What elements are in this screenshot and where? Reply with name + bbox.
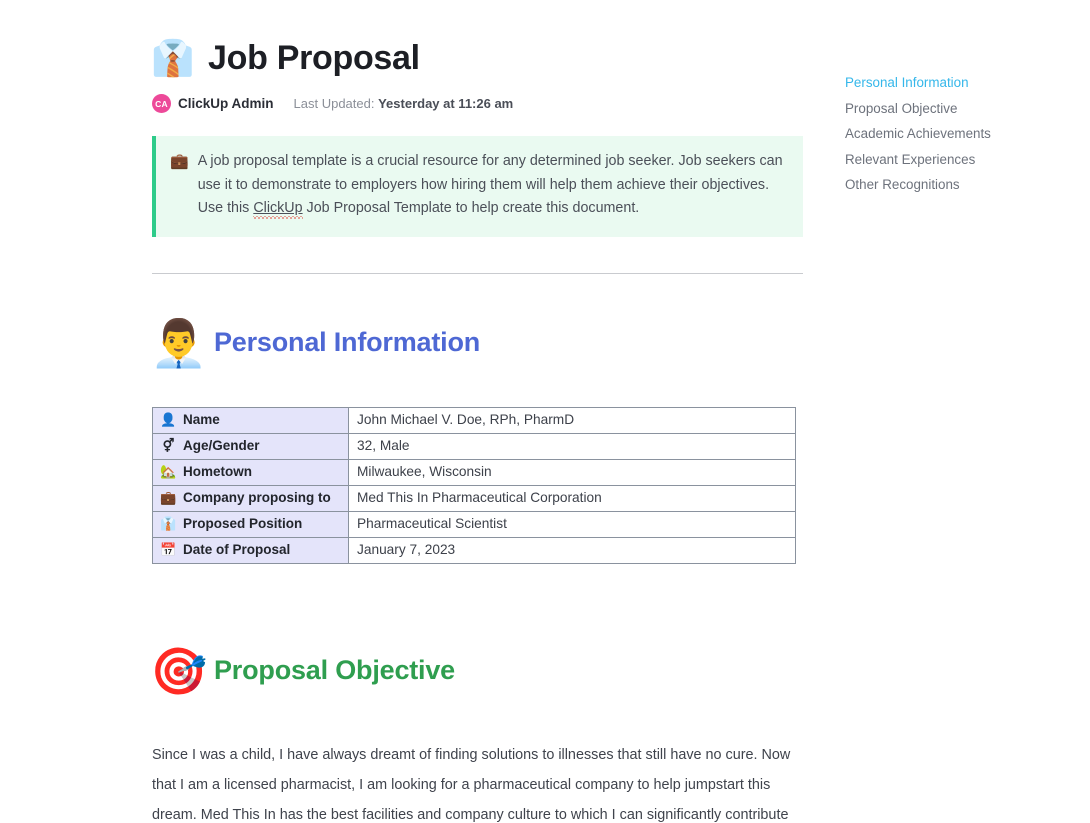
table-value-cell[interactable]: Pharmaceutical Scientist	[348, 510, 796, 538]
proposal-objective-paragraph: Since I was a child, I have always dream…	[152, 746, 791, 823]
table-value-cell[interactable]: January 7, 2023	[348, 536, 796, 564]
table-row: 💼 Company proposing to Med This In Pharma…	[152, 484, 796, 512]
table-value-cell[interactable]: 32, Male	[348, 432, 796, 460]
section-title-personal-information: Personal Information	[214, 327, 481, 357]
outline-item-personal-information[interactable]: Personal Information	[845, 74, 1055, 92]
necktie-suit-icon: 👔	[151, 38, 195, 78]
briefcase-icon: 💼	[170, 153, 189, 170]
document-outline-nav: Personal Information Proposal Objective …	[845, 74, 1055, 202]
outline-item-academic-achievements[interactable]: Academic Achievements	[845, 125, 1055, 143]
table-key-cell: 📅 Date of Proposal	[152, 536, 349, 564]
table-key-cell: 👔 Proposed Position	[152, 510, 349, 538]
avatar[interactable]: CA	[152, 94, 171, 113]
section-divider	[152, 272, 803, 274]
callout-content: 💼 A job proposal template is a crucial r…	[170, 150, 785, 221]
callout-text-part2: Job Proposal Template to help create thi…	[302, 200, 640, 216]
author-name: ClickUp Admin	[178, 96, 274, 111]
clickup-link[interactable]: ClickUp	[253, 200, 302, 216]
gender-symbol-icon: ⚥	[162, 437, 175, 453]
document-page: 👔 Job Proposal CA ClickUp Admin Last Upd…	[0, 0, 1090, 823]
document-title-row: 👔 Job Proposal	[151, 36, 804, 80]
table-row: 🏡 Hometown Milwaukee, Wisconsin	[152, 458, 796, 486]
table-key-label: Hometown	[183, 464, 252, 479]
outline-item-other-recognitions[interactable]: Other Recognitions	[845, 176, 1055, 194]
last-updated: Last Updated: Yesterday at 11:26 am	[294, 96, 514, 111]
businessman-icon: 👨‍💼	[150, 316, 208, 369]
section-heading-proposal-objective: 🎯 Proposal Objective	[150, 644, 804, 698]
dartboard-icon: 🎯	[150, 644, 208, 697]
section-title-proposal-objective: Proposal Objective	[214, 655, 455, 685]
personal-information-table: 👤 Name John Michael V. Doe, RPh, PharmD ⚥…	[152, 406, 796, 564]
document-body: 👔 Job Proposal CA ClickUp Admin Last Upd…	[150, 0, 804, 823]
table-row: 👤 Name John Michael V. Doe, RPh, PharmD	[152, 406, 796, 434]
table-key-cell: ⚥ Age/Gender	[152, 432, 349, 460]
table-key-label: Company proposing to	[183, 490, 331, 505]
last-updated-value: Yesterday at 11:26 am	[378, 96, 514, 111]
table-value-cell[interactable]: Med This In Pharmaceutical Corporation	[348, 484, 796, 512]
callout-text: A job proposal template is a crucial res…	[198, 150, 785, 221]
table-row: ⚥ Age/Gender 32, Male	[152, 432, 796, 460]
table-key-label: Age/Gender	[183, 438, 260, 453]
table-key-cell: 👤 Name	[152, 406, 349, 434]
calendar-icon: 📅	[160, 541, 177, 557]
info-callout: 💼 A job proposal template is a crucial r…	[152, 136, 803, 237]
table-key-label: Proposed Position	[183, 516, 303, 531]
outline-item-relevant-experiences[interactable]: Relevant Experiences	[845, 151, 1055, 169]
table-row: 📅 Date of Proposal January 7, 2023	[152, 536, 796, 564]
page-title: Job Proposal	[208, 38, 420, 77]
briefcase-icon: 💼	[160, 489, 177, 505]
house-icon: 🏡	[160, 463, 177, 479]
table-key-label: Date of Proposal	[183, 542, 291, 557]
necktie-icon: 👔	[160, 515, 177, 531]
person-bust-icon: 👤	[160, 411, 177, 427]
section-heading-personal-information: 👨‍💼 Personal Information	[150, 316, 804, 370]
table-value-cell[interactable]: John Michael V. Doe, RPh, PharmD	[348, 406, 796, 434]
table-key-label: Name	[183, 412, 220, 427]
table-row: 👔 Proposed Position Pharmaceutical Scient…	[152, 510, 796, 538]
outline-item-proposal-objective[interactable]: Proposal Objective	[845, 100, 1055, 118]
table-value-cell[interactable]: Milwaukee, Wisconsin	[348, 458, 796, 486]
document-byline: CA ClickUp Admin Last Updated: Yesterday…	[152, 94, 804, 113]
table-key-cell: 🏡 Hometown	[152, 458, 349, 486]
table-key-cell: 💼 Company proposing to	[152, 484, 349, 512]
last-updated-label: Last Updated:	[293, 96, 375, 111]
